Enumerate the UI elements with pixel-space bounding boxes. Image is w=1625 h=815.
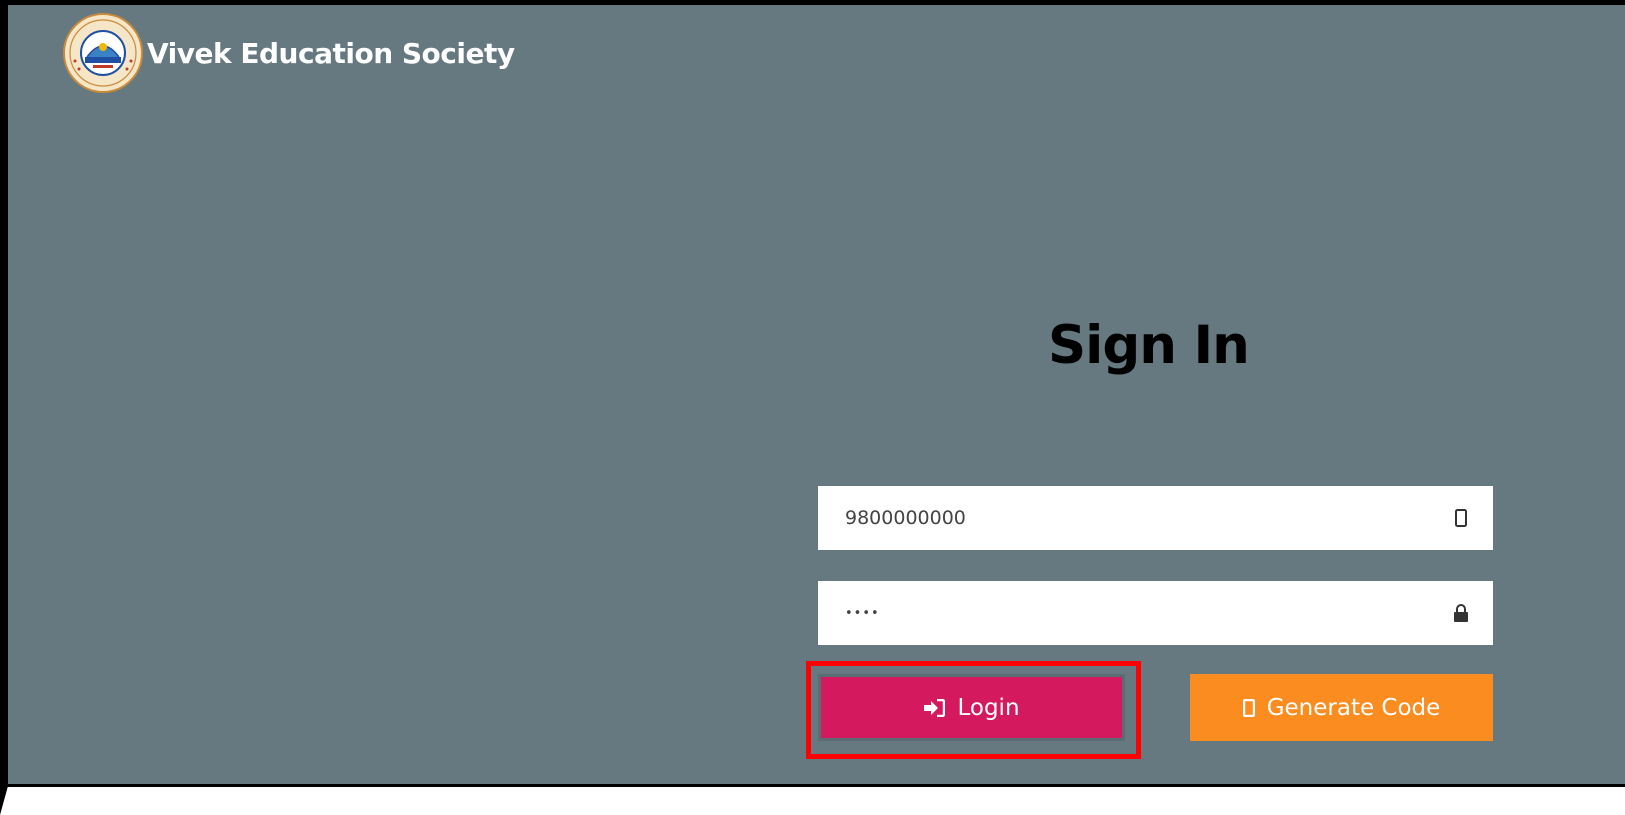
mobile-icon	[1451, 508, 1471, 528]
password-input[interactable]	[818, 581, 1451, 645]
brand-name: Vivek Education Society	[147, 36, 515, 70]
phone-field[interactable]	[818, 486, 1493, 550]
password-field[interactable]	[818, 581, 1493, 645]
login-page: Vivek Education Society Sign In Login	[8, 5, 1625, 784]
brand[interactable]: Vivek Education Society	[63, 13, 515, 93]
sign-in-icon	[923, 698, 946, 717]
phone-input[interactable]	[818, 486, 1451, 550]
lock-icon	[1451, 603, 1471, 623]
vivek-education-society-logo-icon	[63, 13, 143, 93]
page-title: Sign In	[1048, 315, 1250, 376]
login-button[interactable]: Login	[818, 674, 1125, 741]
mobile-icon	[1242, 698, 1255, 717]
frame-divider	[0, 784, 1625, 787]
login-button-label: Login	[957, 694, 1020, 721]
generate-code-button-label: Generate Code	[1266, 694, 1441, 721]
generate-code-button[interactable]: Generate Code	[1190, 674, 1493, 741]
